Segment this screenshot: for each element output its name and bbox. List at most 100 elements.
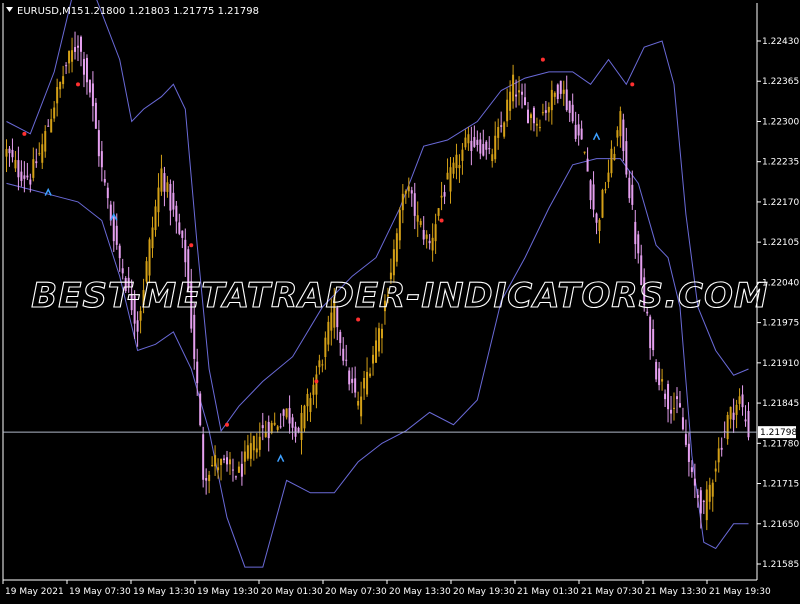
- candle-body: [684, 434, 687, 445]
- candle-body: [616, 130, 619, 138]
- candle-body: [512, 74, 515, 102]
- y-tick-label: 1.22365: [762, 77, 799, 87]
- candle-body: [279, 426, 282, 428]
- x-tick-label: 21 May 01:30: [517, 587, 579, 597]
- x-tick-label: 20 May 19:30: [453, 587, 515, 597]
- candle-body: [526, 109, 529, 123]
- candle-body: [217, 467, 220, 471]
- candle-body: [452, 162, 455, 174]
- candle-body: [461, 149, 464, 161]
- candle-body: [372, 354, 375, 364]
- candle-body: [538, 127, 541, 129]
- candle-body: [711, 482, 714, 497]
- candle-body: [112, 216, 115, 242]
- candle-body: [705, 489, 708, 521]
- candle-body: [503, 122, 506, 137]
- candle-body: [413, 193, 416, 216]
- candle-body: [214, 455, 217, 467]
- candle-body: [53, 107, 56, 119]
- candle-body: [175, 205, 178, 222]
- candle-body: [56, 87, 59, 104]
- candle-body: [443, 192, 446, 197]
- sell-signal-icon: [314, 379, 319, 384]
- candle-body: [342, 348, 345, 361]
- candle-body: [482, 144, 485, 156]
- candle-body: [729, 406, 732, 420]
- y-tick-label: 1.21585: [762, 560, 799, 570]
- candle-body: [196, 361, 199, 384]
- candle-body: [628, 177, 631, 199]
- candle-body: [223, 458, 226, 461]
- candle-body: [690, 467, 693, 472]
- candle-body: [395, 233, 398, 262]
- candle-body: [467, 134, 470, 144]
- candle-body: [228, 459, 231, 465]
- candle-body: [661, 379, 664, 382]
- candle: [199, 391, 202, 427]
- sell-signal-icon: [22, 131, 27, 136]
- candle-body: [363, 378, 366, 389]
- candle-body: [234, 476, 237, 478]
- candle-body: [509, 91, 512, 111]
- watermark: BEST-METATRADER-INDICATORS.COM: [31, 276, 768, 316]
- candle-body: [407, 186, 410, 192]
- candle-body: [598, 219, 601, 231]
- candle-body: [681, 417, 684, 430]
- candle-body: [154, 206, 157, 231]
- candle-body: [79, 36, 82, 52]
- price-chart[interactable]: 1.22430 1.22365 1.22300 1.22235 1.22170 1.221…: [0, 0, 800, 600]
- candle-body: [369, 373, 372, 377]
- candle: [202, 426, 205, 488]
- candle-body: [163, 173, 166, 192]
- candle-body: [100, 151, 103, 168]
- candle-body: [47, 125, 50, 127]
- y-tick-label: 1.22430: [762, 37, 799, 47]
- candle-body: [497, 127, 500, 138]
- candle-body: [348, 370, 351, 385]
- candle-body: [339, 331, 342, 343]
- x-tick-label: 19 May 2021: [5, 587, 64, 597]
- candle-body: [121, 268, 124, 274]
- sell-signal-icon: [630, 82, 635, 87]
- candle-body: [446, 172, 449, 180]
- candle-body: [258, 436, 261, 450]
- candle-body: [515, 94, 518, 97]
- y-tick-label: 1.22300: [762, 117, 799, 127]
- candle-body: [607, 172, 610, 182]
- symbol-timeframe: EURUSD,M15: [17, 6, 83, 17]
- candle-body: [351, 378, 354, 383]
- candle-body: [345, 359, 348, 361]
- candle-body: [246, 445, 249, 459]
- candle-body: [243, 451, 246, 462]
- chart-area[interactable]: 1.22430 1.22365 1.22300 1.22235 1.22170 1.221…: [0, 0, 800, 600]
- candle-body: [699, 490, 702, 514]
- candle-body: [366, 371, 369, 395]
- candle-body: [521, 91, 524, 95]
- candle-body: [357, 400, 360, 406]
- x-tick-label: 20 May 07:30: [325, 587, 387, 597]
- candle-body: [592, 184, 595, 210]
- candle-body: [655, 361, 658, 380]
- candle-body: [377, 328, 380, 352]
- candle-body: [181, 230, 184, 238]
- candle-body: [169, 184, 172, 211]
- candle-body: [160, 168, 163, 192]
- candle: [503, 121, 506, 139]
- candle-body: [303, 405, 306, 429]
- candle-body: [687, 443, 690, 462]
- candle-body: [392, 249, 395, 276]
- candle-body: [249, 443, 252, 459]
- candle-body: [5, 149, 8, 157]
- candle-body: [649, 316, 652, 349]
- candle-body: [708, 484, 711, 502]
- candle-body: [437, 208, 440, 216]
- candle-body: [285, 408, 288, 418]
- candle-body: [586, 158, 589, 172]
- candle-body: [184, 239, 187, 263]
- candle-body: [625, 141, 628, 175]
- candle-body: [354, 378, 357, 393]
- candle-body: [678, 403, 681, 408]
- candle-body: [82, 58, 85, 75]
- candle-body: [422, 229, 425, 240]
- candle-body: [601, 189, 604, 218]
